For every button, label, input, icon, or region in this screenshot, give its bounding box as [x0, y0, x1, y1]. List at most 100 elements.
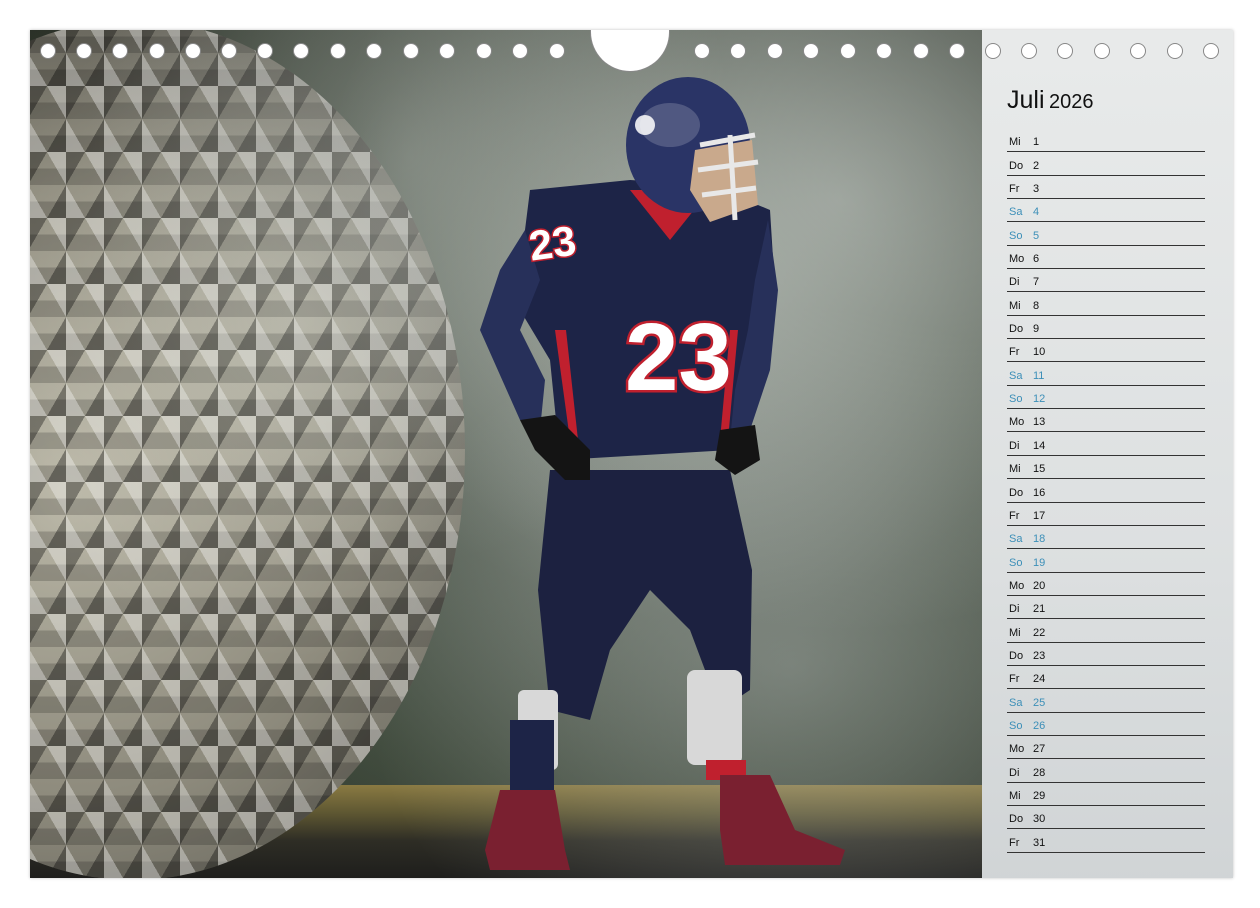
football-player-icon: 23 23 — [480, 77, 845, 870]
calendar-sidebar: Juli 2026 Mi 1 Do 2 Fr 3 Sa 4 So 5 Mo 6 Di 7 Mi 8 Do 9 Fr 1… — [982, 30, 1233, 878]
day-row: Di 21 — [1007, 596, 1205, 620]
day-row: Sa 25 — [1007, 689, 1205, 713]
weekday-label: Di — [1009, 603, 1020, 616]
day-row: So 5 — [1007, 222, 1205, 246]
weekday-label: Di — [1009, 439, 1020, 452]
weekday-label: Do — [1009, 486, 1024, 499]
weekday-label: Mo — [1009, 743, 1025, 756]
day-row: Mi 1 — [1007, 129, 1205, 153]
day-row: Di 28 — [1007, 759, 1205, 783]
day-number: 24 — [1033, 673, 1046, 686]
day-number: 4 — [1033, 206, 1040, 219]
day-list: Mi 1 Do 2 Fr 3 Sa 4 So 5 Mo 6 Di 7 Mi 8 Do 9 Fr 10 Sa 11 So 12 M… — [1007, 129, 1205, 853]
day-number: 11 — [1033, 369, 1045, 382]
day-number: 7 — [1033, 276, 1040, 289]
binding-hole — [293, 43, 309, 59]
binding-hole — [403, 43, 419, 59]
weekday-label: Mi — [1009, 789, 1021, 802]
binding-hole — [40, 43, 56, 59]
day-number: 15 — [1033, 463, 1046, 476]
weekday-label: Di — [1009, 766, 1020, 779]
year-label: 2026 — [1048, 91, 1094, 113]
binding-hole — [913, 43, 929, 59]
day-row: Mo 13 — [1007, 409, 1205, 433]
calendar-photo: 23 23 — [30, 30, 982, 878]
binding-hole — [366, 43, 382, 59]
day-number: 21 — [1033, 603, 1046, 616]
binding-hole — [476, 43, 492, 59]
weekday-label: Mo — [1009, 579, 1025, 592]
binding-holes — [30, 43, 1233, 63]
binding-hole — [1094, 43, 1110, 59]
binding-hole — [694, 43, 710, 59]
day-number: 6 — [1033, 253, 1040, 266]
weekday-label: Do — [1009, 649, 1024, 662]
binding-hole — [840, 43, 856, 59]
weekday-label: Do — [1009, 323, 1024, 336]
weekday-label: Fr — [1009, 346, 1020, 359]
weekday-label: Fr — [1009, 836, 1020, 849]
weekday-label: Do — [1009, 159, 1024, 172]
day-number: 28 — [1033, 766, 1046, 779]
weekday-label: So — [1009, 719, 1023, 732]
binding-hole — [803, 43, 819, 59]
binding-hole — [1203, 43, 1219, 59]
day-row: Sa 18 — [1007, 526, 1205, 550]
day-number: 18 — [1033, 533, 1046, 546]
day-row: Fr 24 — [1007, 666, 1205, 690]
weekday-label: Fr — [1009, 509, 1020, 522]
day-number: 16 — [1033, 486, 1046, 499]
day-row: Mo 20 — [1007, 573, 1205, 596]
binding-hole — [439, 43, 455, 59]
weekday-label: Fr — [1009, 673, 1020, 686]
day-row: Di 14 — [1007, 432, 1205, 456]
weekday-label: Do — [1009, 813, 1024, 826]
day-number: 14 — [1033, 439, 1046, 452]
day-row: Mi 8 — [1007, 292, 1205, 316]
weekday-label: Mi — [1009, 136, 1021, 149]
day-number: 23 — [1033, 649, 1046, 662]
weekday-label: Fr — [1009, 183, 1020, 196]
day-row: Fr 10 — [1007, 339, 1205, 363]
day-row: Mo 27 — [1007, 736, 1205, 760]
binding-hole — [1021, 43, 1037, 59]
day-row: Do 2 — [1007, 152, 1205, 176]
day-row: Fr 3 — [1007, 176, 1205, 200]
day-number: 31 — [1033, 836, 1046, 849]
day-number: 1 — [1033, 136, 1040, 149]
day-row: Fr 17 — [1007, 503, 1205, 526]
day-number: 10 — [1033, 346, 1046, 359]
weekday-label: Mo — [1009, 253, 1025, 266]
day-row: Do 23 — [1007, 643, 1205, 666]
binding-hole — [112, 43, 128, 59]
day-number: 22 — [1033, 626, 1046, 639]
day-number: 25 — [1033, 696, 1046, 709]
day-row: So 12 — [1007, 386, 1205, 410]
weekday-label: Mi — [1009, 299, 1021, 312]
day-row: Sa 11 — [1007, 362, 1205, 386]
weekday-label: So — [1009, 229, 1023, 242]
day-number: 26 — [1033, 719, 1046, 732]
day-number: 29 — [1033, 789, 1046, 802]
weekday-label: Mo — [1009, 416, 1025, 429]
day-row: Di 7 — [1007, 269, 1205, 293]
day-number: 13 — [1033, 416, 1046, 429]
weekday-label: Sa — [1009, 533, 1023, 546]
weekday-label: Sa — [1009, 696, 1023, 709]
binding-hole — [985, 43, 1001, 59]
day-row: Mi 15 — [1007, 456, 1205, 480]
day-number: 5 — [1033, 229, 1040, 242]
weekday-label: Mi — [1009, 626, 1021, 639]
day-number: 9 — [1033, 323, 1040, 336]
binding-hole — [512, 43, 528, 59]
binding-hole — [257, 43, 273, 59]
day-number: 30 — [1033, 813, 1046, 826]
weekday-label: Di — [1009, 276, 1020, 289]
day-row: Mi 22 — [1007, 619, 1205, 643]
sleeve-number: 23 — [526, 217, 579, 270]
calendar-page: 23 23 Juli 2026 Mi 1 Do 2 Fr 3 Sa 4 So 5 Mo 6 Di 7 Mi 8… — [30, 30, 1233, 878]
day-row: So 26 — [1007, 713, 1205, 736]
day-row: Fr 31 — [1007, 829, 1205, 853]
binding-hole — [767, 43, 783, 59]
day-number: 8 — [1033, 299, 1040, 312]
